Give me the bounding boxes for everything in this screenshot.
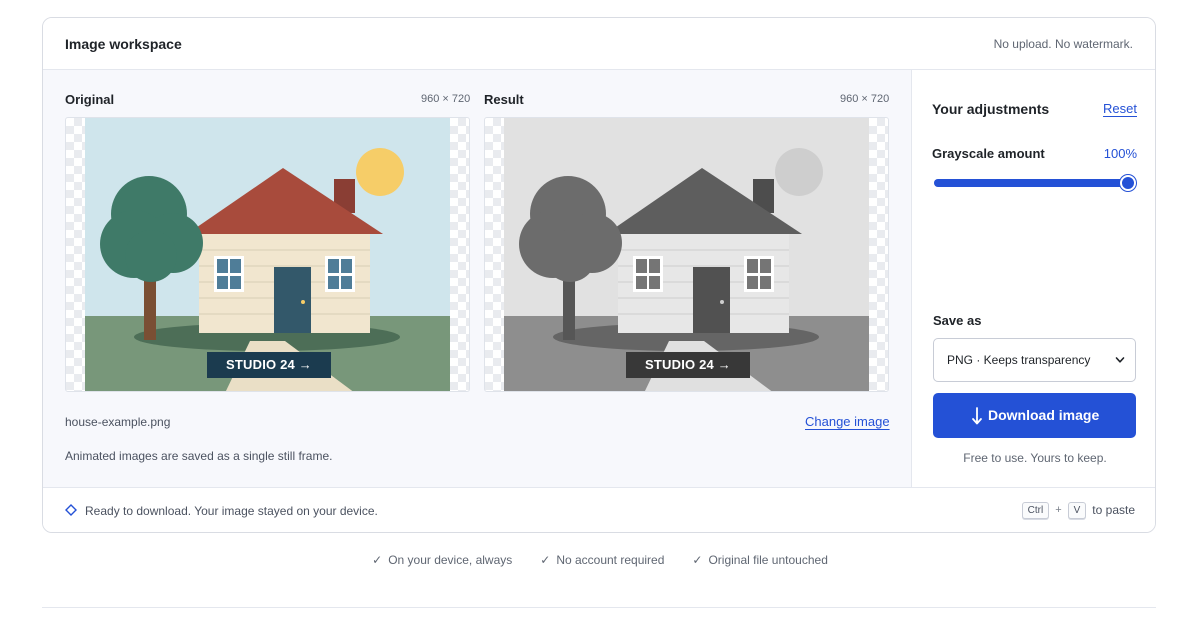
- original-image-stamp: STUDIO 24 →: [207, 352, 331, 378]
- bottom-divider: [42, 607, 1156, 608]
- workspace-card: Image workspace No upload. No watermark.…: [42, 17, 1156, 533]
- download-button-label: Download image: [988, 407, 1100, 423]
- adjustments-panel: Your adjustments Reset Grayscale amount …: [913, 70, 1155, 487]
- check-icon: ✓: [692, 553, 703, 567]
- trust-item-label: On your device, always: [388, 553, 513, 567]
- trust-item-label: No account required: [556, 553, 665, 567]
- reset-link[interactable]: Reset: [1103, 101, 1137, 116]
- chevron-down-icon: [1115, 357, 1125, 363]
- animated-note: Animated images are saved as a single st…: [65, 449, 333, 463]
- result-dimensions: 960 × 720: [840, 93, 890, 105]
- grayscale-slider[interactable]: [934, 175, 1136, 191]
- file-name: house-example.png: [65, 415, 171, 429]
- arrow-down-icon: [972, 407, 982, 425]
- ctrl-key: Ctrl: [1021, 501, 1050, 519]
- workspace-tagline: No upload. No watermark.: [993, 37, 1133, 51]
- original-dimensions: 960 × 720: [421, 93, 471, 105]
- plus-sign: +: [1055, 504, 1062, 516]
- check-icon: ✓: [540, 553, 551, 567]
- format-selected-value: PNG · Keeps transparency: [947, 353, 1091, 367]
- free-note: Free to use. Yours to keep.: [963, 451, 1107, 465]
- original-label: Original: [65, 92, 115, 107]
- preview-area: Original 960 × 720 Result 960 × 720 STUD…: [43, 70, 912, 487]
- paste-hint: Ctrl + V to paste: [1021, 501, 1135, 519]
- trust-item-label: Original file untouched: [708, 553, 828, 567]
- download-button[interactable]: Download image: [933, 393, 1136, 438]
- check-icon: ✓: [372, 553, 383, 567]
- slider-thumb[interactable]: [1120, 175, 1136, 191]
- trust-row: ✓ On your device, always ✓ No account re…: [0, 553, 1200, 567]
- grayscale-value: 100%: [1103, 146, 1137, 161]
- workspace-header: Image workspace No upload. No watermark.: [43, 18, 1155, 70]
- trust-item: ✓ No account required: [540, 553, 664, 567]
- house-illustration-result: [504, 118, 869, 391]
- v-key: V: [1067, 501, 1087, 519]
- trust-item: ✓ On your device, always: [372, 553, 512, 567]
- slider-fill: [934, 179, 1128, 187]
- grayscale-label: Grayscale amount: [932, 146, 1045, 161]
- status-text: Ready to download. Your image stayed on …: [85, 504, 378, 518]
- adjustments-title: Your adjustments: [932, 101, 1050, 117]
- trust-item: ✓ Original file untouched: [692, 553, 827, 567]
- diamond-icon: [65, 504, 77, 516]
- result-label: Result: [484, 92, 524, 107]
- format-select[interactable]: PNG · Keeps transparency: [933, 338, 1136, 382]
- result-image-stamp: STUDIO 24 →: [626, 352, 750, 378]
- original-image: STUDIO 24 →: [65, 117, 470, 392]
- result-image: STUDIO 24 →: [484, 117, 889, 392]
- save-as-label: Save as: [933, 313, 982, 328]
- status-bar: Ready to download. Your image stayed on …: [43, 487, 1155, 532]
- house-illustration-original: [85, 118, 450, 391]
- change-image-link[interactable]: Change image: [805, 414, 890, 429]
- paste-suffix: to paste: [1092, 503, 1135, 517]
- workspace-title: Image workspace: [65, 36, 182, 52]
